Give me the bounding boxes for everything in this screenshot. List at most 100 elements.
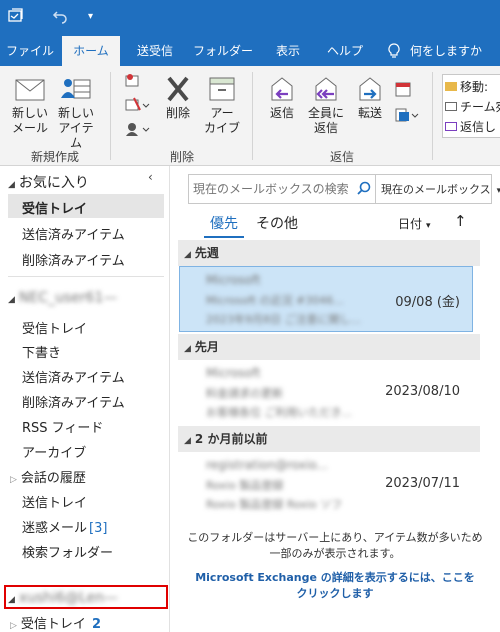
collapse-triangle-icon: ◢: [8, 180, 15, 190]
mail-preview: お客様各位 ご利用いただき...: [206, 406, 352, 419]
group-header-label: 先月: [194, 340, 219, 354]
search-icon[interactable]: [357, 181, 371, 198]
tab-focused[interactable]: 優先: [210, 213, 238, 233]
expand-triangle-icon: ▷: [10, 475, 17, 485]
folder-search[interactable]: 検索フォルダー: [22, 542, 113, 561]
quick-step-reply-delete[interactable]: 返信し: [445, 118, 496, 135]
reply-all-button[interactable]: 全員に 返信: [304, 74, 348, 136]
folder-pane: ◢ お気に入り ‹ 受信トレイ 送信済みアイテム 削除済みアイテム ◢ NEC_us…: [0, 166, 170, 632]
group-reply-label: 返信: [329, 150, 354, 164]
new-mail-button[interactable]: 新しい メール: [8, 74, 52, 136]
folder-outbox[interactable]: 送信トレイ: [22, 492, 87, 511]
favorites-inbox-label: 受信トレイ: [22, 202, 88, 217]
archive-button[interactable]: アー カイブ: [200, 74, 244, 136]
divider: [8, 276, 164, 277]
account1-name: NEC_user61—: [18, 290, 118, 306]
quick-steps-gallery[interactable]: 移動: チーム宛 返信し: [442, 74, 500, 138]
group-header-last-month[interactable]: ◢ 先月: [178, 334, 480, 360]
favorites-header[interactable]: ◢ お気に入り: [8, 172, 89, 192]
archive-icon: [209, 77, 235, 101]
search-scope-dropdown[interactable]: 現在のメールボックス ▾: [381, 181, 500, 197]
sort-direction-icon[interactable]: ↑: [454, 212, 467, 230]
favorites-sent[interactable]: 送信済みアイテム: [22, 224, 125, 243]
tell-me-search[interactable]: 何をしますか: [410, 36, 500, 66]
folder-archive[interactable]: アーカイブ: [22, 442, 86, 461]
favorites-header-label: お気に入り: [18, 175, 89, 191]
mail-sender: Microsoft: [206, 366, 261, 380]
search-input[interactable]: [193, 178, 353, 200]
folder-drafts[interactable]: 下書き: [22, 342, 61, 361]
tab-help[interactable]: ヘルプ: [318, 36, 372, 66]
folder-sent[interactable]: 送信済みアイテム: [22, 367, 125, 386]
new-mail-label-2: メール: [11, 121, 48, 135]
collapse-triangle-icon: ◢: [184, 250, 191, 260]
delete-label: 削除: [165, 106, 190, 120]
tab-other[interactable]: その他: [256, 213, 298, 233]
chevron-down-icon: ▾: [426, 221, 431, 231]
account2-inbox[interactable]: ▷ 受信トレイ 2: [10, 613, 101, 632]
account2-header[interactable]: ◢ xushi6@Len—: [8, 590, 118, 606]
lightbulb-icon[interactable]: [384, 36, 404, 66]
collapse-triangle-icon: ◢: [8, 595, 15, 605]
group-header-last-week[interactable]: ◢ 先週: [178, 240, 480, 266]
cleanup-icon[interactable]: [124, 96, 150, 117]
delete-x-icon: [167, 76, 189, 102]
tab-folder[interactable]: フォルダー: [190, 36, 256, 66]
tab-send-receive[interactable]: 送受信: [128, 36, 182, 66]
folder-junk[interactable]: 迷惑メール [3]: [22, 517, 107, 536]
mail-subject: 料金請求の更新: [206, 387, 283, 400]
reply-button[interactable]: 返信: [262, 74, 302, 121]
meeting-icon[interactable]: [394, 80, 412, 101]
search-scope-label: 現在のメールボックス: [381, 183, 491, 196]
folder-conversation-history[interactable]: ▷ 会話の履歴: [10, 467, 86, 486]
ribbon: 新しい メール 新しい アイテム 新規作成 削除 アー カイブ 削除 返信 全員…: [0, 66, 500, 166]
server-folder-note: このフォルダーはサーバー上にあり、アイテム数が多いため 一部のみが表示されます。: [170, 530, 500, 562]
tab-view[interactable]: 表示: [266, 36, 310, 66]
undo-icon[interactable]: [52, 8, 68, 28]
tab-file[interactable]: ファイル: [4, 36, 56, 66]
mail-item[interactable]: Microsoft 料金請求の更新 お客様各位 ご利用いただき... 2023/…: [180, 360, 472, 426]
message-list-pane: 現在のメールボックス▾ 優先 その他 日付▾ ↑ ◢先週 Microsoft M…: [170, 166, 500, 632]
folder-inbox[interactable]: 受信トレイ: [22, 318, 87, 337]
group-header-label: 2 か月前以前: [194, 432, 268, 446]
server-note-line-2: 一部のみが表示されます。: [269, 547, 401, 560]
mail-date: 2023/07/11: [385, 476, 460, 491]
reply-all-icon: [315, 77, 337, 101]
favorites-deleted[interactable]: 削除済みアイテム: [22, 250, 125, 269]
account2-inbox-label: 受信トレイ: [20, 617, 86, 632]
group-header-older[interactable]: ◢ 2 か月前以前: [178, 426, 480, 452]
new-mail-label-1: 新しい: [11, 106, 48, 120]
sort-by-date[interactable]: 日付 ▾: [398, 215, 431, 232]
junk-icon[interactable]: [124, 120, 150, 141]
mail-item[interactable]: Microsoft Microsoft の近況 #3046... 2023年9月…: [179, 266, 473, 332]
more-respond-icon[interactable]: [394, 106, 420, 127]
archive-label-1: アー: [210, 106, 234, 120]
ignore-icon[interactable]: [124, 72, 146, 93]
mail-sender: Microsoft: [206, 273, 261, 287]
folder-icon: [445, 82, 457, 91]
delete-button[interactable]: 削除: [158, 74, 198, 121]
folder-deleted[interactable]: 削除済みアイテム: [22, 392, 125, 411]
account1-header[interactable]: ◢ NEC_user61—: [8, 290, 117, 306]
quick-step-move[interactable]: 移動:: [445, 78, 488, 95]
quick-step-team-email[interactable]: チーム宛: [445, 98, 500, 115]
send-receive-all-icon[interactable]: [8, 8, 24, 28]
mail-sender: registration@roxio...: [206, 458, 328, 472]
search-box: 現在のメールボックス▾: [188, 174, 500, 204]
favorites-inbox[interactable]: 受信トレイ: [8, 194, 164, 218]
collapse-pane-icon[interactable]: ‹: [148, 170, 153, 184]
sort-by-label: 日付: [398, 217, 423, 231]
ribbon-separator: [110, 72, 111, 160]
forward-label: 転送: [357, 106, 382, 120]
forward-button[interactable]: 転送: [350, 74, 390, 121]
collapse-triangle-icon: ◢: [184, 344, 191, 354]
new-items-label-2: アイテム: [58, 121, 94, 150]
customize-quick-access-icon[interactable]: ▾: [88, 11, 93, 22]
mail-item[interactable]: registration@roxio... Roxio 製品登録 Roxio 製…: [180, 452, 472, 518]
folder-rss[interactable]: RSS フィード: [22, 417, 103, 436]
tab-home[interactable]: ホーム: [62, 36, 120, 66]
new-items-button[interactable]: 新しい アイテム: [54, 74, 98, 151]
archive-label-2: カイブ: [203, 121, 240, 135]
quick-step-reply-delete-label: 返信し: [460, 120, 497, 134]
exchange-details-link[interactable]: Microsoft Exchange の詳細を表示するには、ここを クリックしま…: [170, 570, 500, 602]
